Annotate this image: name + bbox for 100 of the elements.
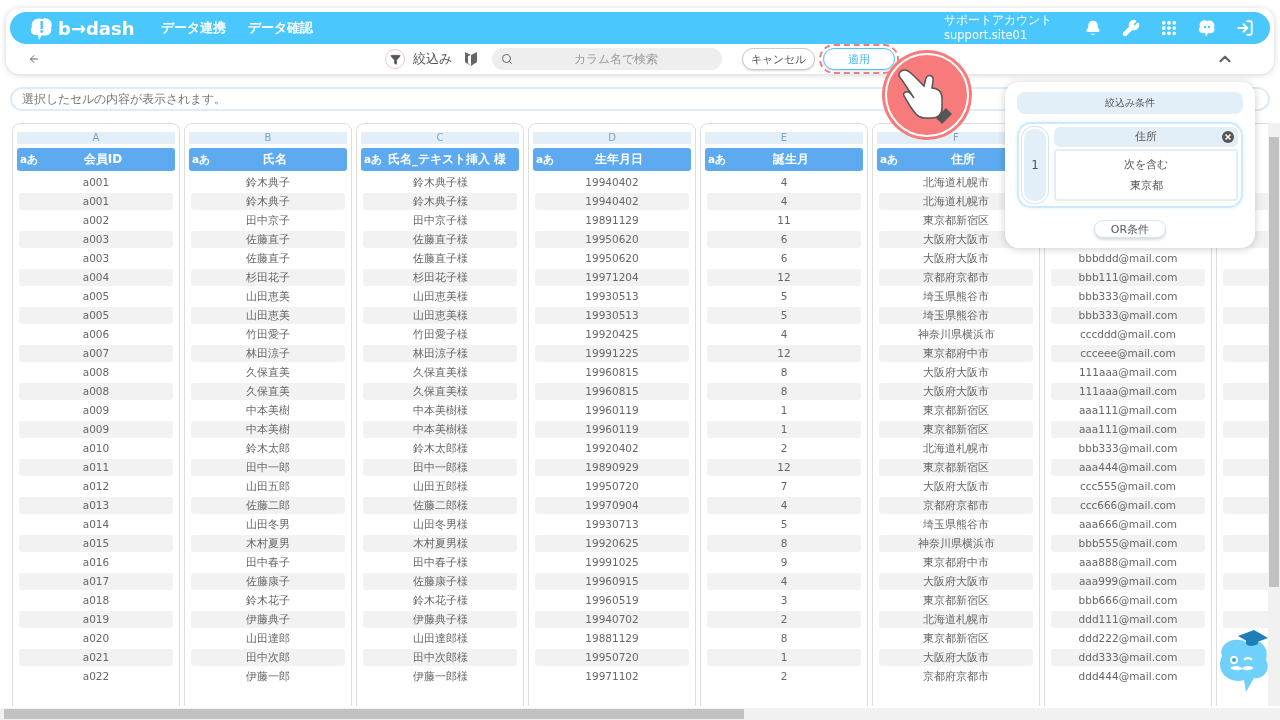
table-cell[interactable]: 林田涼子様 [363, 345, 517, 363]
table-cell[interactable]: 19890929 [535, 459, 689, 477]
table-cell[interactable]: a003 [19, 250, 173, 268]
table-cell[interactable]: 竹田愛子様 [363, 326, 517, 344]
table-cell[interactable]: a012 [19, 478, 173, 496]
table-cell[interactable]: 伊藤一郎様 [363, 668, 517, 686]
table-cell[interactable]: 佐藤二郎様 [363, 497, 517, 515]
table-cell[interactable]: 中本美樹様 [363, 402, 517, 420]
table-cell[interactable]: 19950720 [535, 478, 689, 496]
table-cell[interactable]: 中本美樹 [191, 402, 345, 420]
table-cell[interactable]: 田中京子様 [363, 212, 517, 230]
table-cell[interactable]: 林田涼子 [191, 345, 345, 363]
table-cell[interactable]: cccddd@mail.com [1051, 326, 1205, 344]
table-cell[interactable]: 山田冬男 [191, 516, 345, 534]
table-cell[interactable]: a011 [19, 459, 173, 477]
table-cell[interactable]: 4 [707, 326, 861, 344]
condition-column[interactable]: 住所 [1054, 127, 1238, 147]
table-cell[interactable]: 19960815 [535, 364, 689, 382]
table-cell[interactable]: a002 [19, 212, 173, 230]
table-cell[interactable]: 19971102 [535, 668, 689, 686]
table-cell[interactable]: 19920625 [535, 535, 689, 553]
table-cell[interactable]: a016 [19, 554, 173, 572]
table-cell[interactable]: 山田恵美様 [363, 307, 517, 325]
table-cell[interactable]: a003 [19, 231, 173, 249]
table-cell[interactable]: 鈴木典子 [191, 193, 345, 211]
table-cell[interactable]: 佐藤直子 [191, 250, 345, 268]
table-cell[interactable]: 大阪府大阪市 [879, 573, 1033, 591]
table-cell[interactable]: ddd333@mail.com [1051, 649, 1205, 667]
table-cell[interactable]: a005 [19, 288, 173, 306]
table-cell[interactable]: bbb333@mail.com [1051, 288, 1205, 306]
table-cell[interactable]: bbbddd@mail.com [1051, 250, 1205, 268]
table-cell[interactable]: 9 [707, 554, 861, 572]
table-cell[interactable]: a010 [19, 440, 173, 458]
table-cell[interactable]: 5 [707, 516, 861, 534]
vertical-scrollbar[interactable] [1268, 123, 1280, 707]
table-cell[interactable]: 伊藤一郎 [191, 668, 345, 686]
table-cell[interactable]: 2 [707, 440, 861, 458]
table-cell[interactable]: 竹田愛子 [191, 326, 345, 344]
table-cell[interactable]: 19930713 [535, 516, 689, 534]
horizontal-scrollbar[interactable] [0, 708, 1280, 720]
table-cell[interactable]: aaa888@mail.com [1051, 554, 1205, 572]
table-cell[interactable]: a014 [19, 516, 173, 534]
table-cell[interactable]: 京都府京都市 [879, 269, 1033, 287]
table-cell[interactable]: 19930513 [535, 307, 689, 325]
table-cell[interactable]: a009 [19, 402, 173, 420]
table-cell[interactable]: a001 [19, 193, 173, 211]
table-cell[interactable]: 4 [707, 174, 861, 192]
table-cell[interactable]: 山田五郎 [191, 478, 345, 496]
table-cell[interactable]: 大阪府大阪市 [879, 649, 1033, 667]
table-cell[interactable]: 4 [707, 193, 861, 211]
table-cell[interactable]: aaa111@mail.com [1051, 421, 1205, 439]
table-cell[interactable]: 19940402 [535, 193, 689, 211]
table-cell[interactable]: 伊藤典子 [191, 611, 345, 629]
table-cell[interactable]: a005 [19, 307, 173, 325]
table-cell[interactable]: 田中一郎様 [363, 459, 517, 477]
table-cell[interactable]: 19960815 [535, 383, 689, 401]
table-cell[interactable]: 8 [707, 383, 861, 401]
table-cell[interactable]: 19920402 [535, 440, 689, 458]
table-cell[interactable]: a021 [19, 649, 173, 667]
table-cell[interactable]: 佐藤二郎 [191, 497, 345, 515]
table-cell[interactable]: 鈴木典子様 [363, 193, 517, 211]
table-cell[interactable]: 伊藤典子様 [363, 611, 517, 629]
table-cell[interactable]: aaa444@mail.com [1051, 459, 1205, 477]
table-cell[interactable]: 111aaa@mail.com [1051, 383, 1205, 401]
table-cell[interactable]: 杉田花子 [191, 269, 345, 287]
table-cell[interactable]: 鈴木太郎 [191, 440, 345, 458]
back-arrow-icon[interactable] [28, 53, 40, 65]
table-cell[interactable]: 佐藤直子 [191, 231, 345, 249]
table-cell[interactable]: 7 [707, 478, 861, 496]
table-cell[interactable]: a008 [19, 383, 173, 401]
table-cell[interactable]: a004 [19, 269, 173, 287]
table-cell[interactable]: bbb666@mail.com [1051, 592, 1205, 610]
table-cell[interactable]: a017 [19, 573, 173, 591]
table-cell[interactable]: 鈴木花子様 [363, 592, 517, 610]
table-cell[interactable]: 東京都新宿区 [879, 402, 1033, 420]
table-cell[interactable]: 京都府京都市 [879, 668, 1033, 686]
table-cell[interactable]: 中本美樹 [191, 421, 345, 439]
table-cell[interactable]: 鈴木典子 [191, 174, 345, 192]
table-cell[interactable]: 8 [707, 535, 861, 553]
table-cell[interactable]: 鈴木典子様 [363, 174, 517, 192]
table-cell[interactable]: 1 [707, 649, 861, 667]
table-cell[interactable]: 19881129 [535, 630, 689, 648]
table-cell[interactable]: a019 [19, 611, 173, 629]
condition-box[interactable]: 次を含む 東京都 [1054, 149, 1238, 201]
table-cell[interactable]: 1 [707, 402, 861, 420]
table-cell[interactable]: a008 [19, 364, 173, 382]
table-cell[interactable]: bbb555@mail.com [1051, 535, 1205, 553]
table-cell[interactable]: 木村夏男 [191, 535, 345, 553]
table-cell[interactable]: 19950620 [535, 231, 689, 249]
table-cell[interactable]: 田中次郎様 [363, 649, 517, 667]
table-cell[interactable]: 19960119 [535, 421, 689, 439]
table-cell[interactable]: 北海道札幌市 [879, 440, 1033, 458]
table-cell[interactable]: a007 [19, 345, 173, 363]
table-cell[interactable]: 佐藤康子様 [363, 573, 517, 591]
table-cell[interactable]: a020 [19, 630, 173, 648]
table-cell[interactable]: ccc555@mail.com [1051, 478, 1205, 496]
table-cell[interactable]: 大阪府大阪市 [879, 478, 1033, 496]
table-cell[interactable]: 19940702 [535, 611, 689, 629]
table-cell[interactable]: a006 [19, 326, 173, 344]
cancel-button[interactable]: キャンセル [742, 48, 815, 70]
